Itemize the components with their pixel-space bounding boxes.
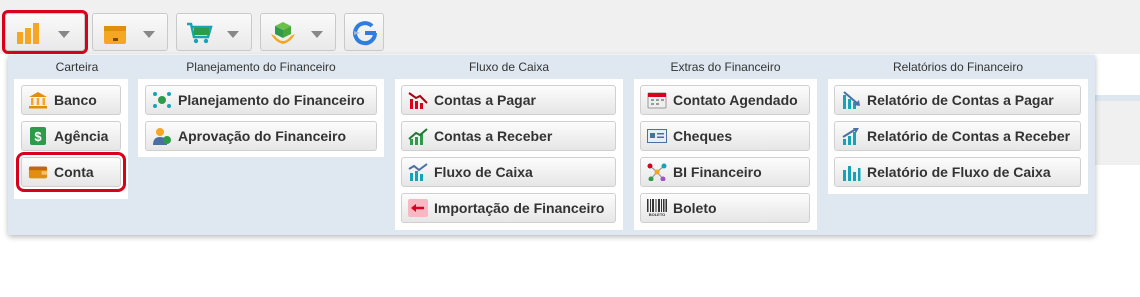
- menu-item-label: Planejamento do Financeiro: [178, 92, 365, 108]
- user-approve-icon: [152, 127, 172, 145]
- menu-item-label: Contas a Pagar: [434, 92, 536, 108]
- menu-item-label: Aprovação do Financeiro: [178, 128, 347, 144]
- report-up-icon: [841, 127, 861, 145]
- menu-item-label: Contato Agendado: [673, 92, 798, 108]
- planning-icon: [152, 91, 172, 109]
- menu-item-label: BI Financeiro: [673, 164, 762, 180]
- menu-item-contas-a-receber[interactable]: Contas a Receber: [401, 121, 616, 151]
- menu-item-banco[interactable]: Banco: [21, 85, 121, 115]
- menu-item-cheques[interactable]: Cheques: [640, 121, 810, 151]
- menu-item-label: Relatório de Contas a Receber: [867, 128, 1071, 144]
- top-toolbar: [0, 0, 1140, 54]
- shopping-cart-icon: [185, 20, 213, 46]
- chevron-down-icon: [311, 31, 323, 38]
- planejamento-title: Planejamento do Financeiro: [186, 60, 336, 74]
- menu-item-contas-a-pagar[interactable]: Contas a Pagar: [401, 85, 616, 115]
- svg-text:$: $: [34, 129, 42, 144]
- menu-item-relatorio-contas-a-pagar[interactable]: Relatório de Contas a Pagar: [834, 85, 1081, 115]
- relatorios-title: Relatórios do Financeiro: [892, 60, 1024, 74]
- menu-item-agencia[interactable]: $ Agência: [21, 121, 121, 151]
- menu-item-label: Cheques: [673, 128, 733, 144]
- cash-flow-icon: [408, 163, 428, 181]
- barcode-icon: BOLETO: [647, 199, 667, 217]
- menu-item-relatorio-fluxo-de-caixa[interactable]: Relatório de Fluxo de Caixa: [834, 157, 1081, 187]
- financeiro-dropdown-menu: Carteira Banco $ Agência Conta Planejame…: [8, 55, 1095, 235]
- chevron-down-icon: [58, 31, 70, 38]
- report-flow-icon: [841, 163, 861, 181]
- hands-cube-icon: [269, 20, 297, 46]
- menu-item-relatorio-contas-a-receber[interactable]: Relatório de Contas a Receber: [834, 121, 1081, 151]
- financeiro-button[interactable]: [2, 10, 88, 54]
- box-icon: [101, 20, 129, 46]
- dollar-icon: $: [28, 127, 48, 145]
- menu-item-contato-agendado[interactable]: Contato Agendado: [640, 85, 810, 115]
- menu-item-label: Relatório de Contas a Pagar: [867, 92, 1054, 108]
- report-down-icon: [841, 91, 861, 109]
- check-icon: [647, 127, 667, 145]
- chart-up-icon: [408, 127, 428, 145]
- import-icon: [408, 199, 428, 217]
- chart-down-icon: [408, 91, 428, 109]
- menu-item-label: Relatório de Fluxo de Caixa: [867, 164, 1051, 180]
- chevron-down-icon: [143, 31, 155, 38]
- menu-item-label: Contas a Receber: [434, 128, 553, 144]
- menu-item-fluxo-de-caixa[interactable]: Fluxo de Caixa: [401, 157, 616, 187]
- calendar-icon: [647, 91, 667, 109]
- google-icon: [351, 20, 379, 46]
- menu-item-label: Conta: [54, 164, 94, 180]
- menu-item-importacao[interactable]: Importação de Financeiro: [401, 193, 616, 223]
- menu-item-planejamento[interactable]: Planejamento do Financeiro: [145, 85, 377, 115]
- menu-item-bi-financeiro[interactable]: BI Financeiro: [640, 157, 810, 187]
- barcode-caption: BOLETO: [648, 212, 666, 217]
- wallet-icon: [28, 163, 48, 181]
- bank-icon: [28, 91, 48, 109]
- bar-chart-icon: [14, 20, 42, 46]
- estoque-button[interactable]: [92, 13, 168, 51]
- servicos-button[interactable]: [260, 13, 336, 51]
- page-panel: [1090, 101, 1140, 165]
- chevron-down-icon: [227, 31, 239, 38]
- extras-title: Extras do Financeiro: [670, 60, 781, 74]
- menu-item-label: Agência: [54, 128, 109, 144]
- carteira-title: Carteira: [55, 60, 99, 74]
- menu-item-conta[interactable]: Conta: [16, 152, 126, 192]
- menu-item-boleto[interactable]: BOLETO Boleto: [640, 193, 810, 223]
- fluxo-title: Fluxo de Caixa: [468, 60, 550, 74]
- menu-item-label: Importação de Financeiro: [434, 200, 605, 216]
- menu-item-label: Boleto: [673, 200, 717, 216]
- google-button[interactable]: [344, 13, 384, 51]
- menu-item-label: Banco: [54, 92, 97, 108]
- menu-item-label: Fluxo de Caixa: [434, 164, 533, 180]
- vendas-button[interactable]: [176, 13, 252, 51]
- network-icon: [647, 163, 667, 181]
- menu-item-aprovacao[interactable]: Aprovação do Financeiro: [145, 121, 377, 151]
